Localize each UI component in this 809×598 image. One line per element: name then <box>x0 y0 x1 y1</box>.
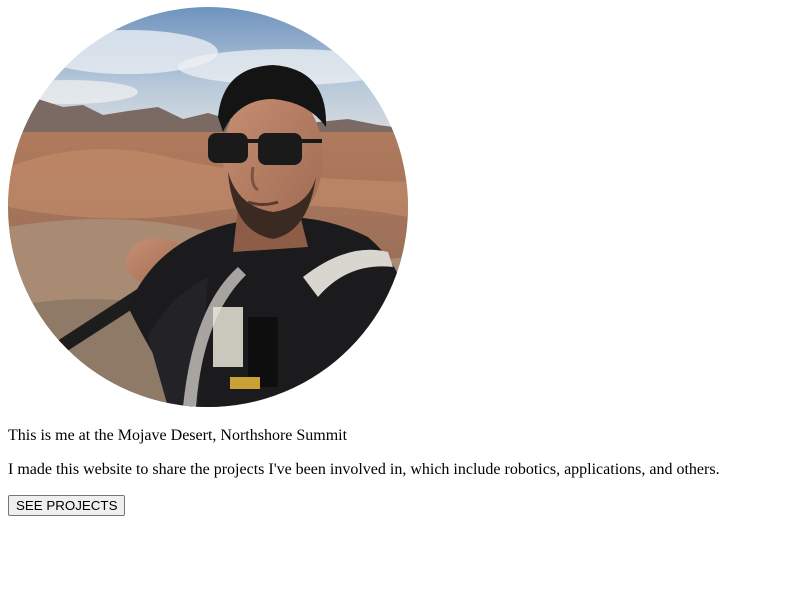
photo-caption: This is me at the Mojave Desert, Northsh… <box>8 427 348 444</box>
page: This is me at the Mojave Desert, Northsh… <box>0 0 809 598</box>
intro-text: I made this website to share the project… <box>8 461 720 478</box>
profile-photo <box>8 7 408 407</box>
see-projects-button[interactable]: SEE PROJECTS <box>8 495 126 516</box>
profile-photo-illustration <box>8 7 408 407</box>
